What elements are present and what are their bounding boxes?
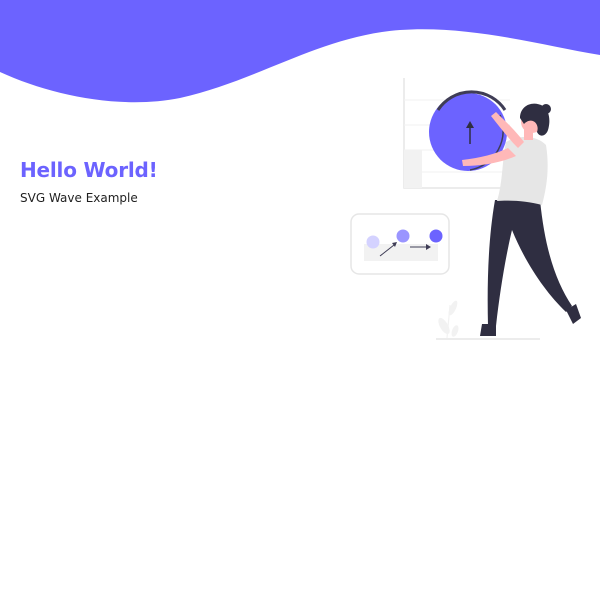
woman-with-growth-chart-illustration xyxy=(350,78,581,340)
progress-steps-card xyxy=(350,213,450,275)
hero-section: Hello World! SVG Wave Example xyxy=(20,156,158,206)
plant-icon xyxy=(438,300,459,339)
hero-subtitle: SVG Wave Example xyxy=(20,191,138,205)
hero-title: Hello World! xyxy=(20,158,158,182)
